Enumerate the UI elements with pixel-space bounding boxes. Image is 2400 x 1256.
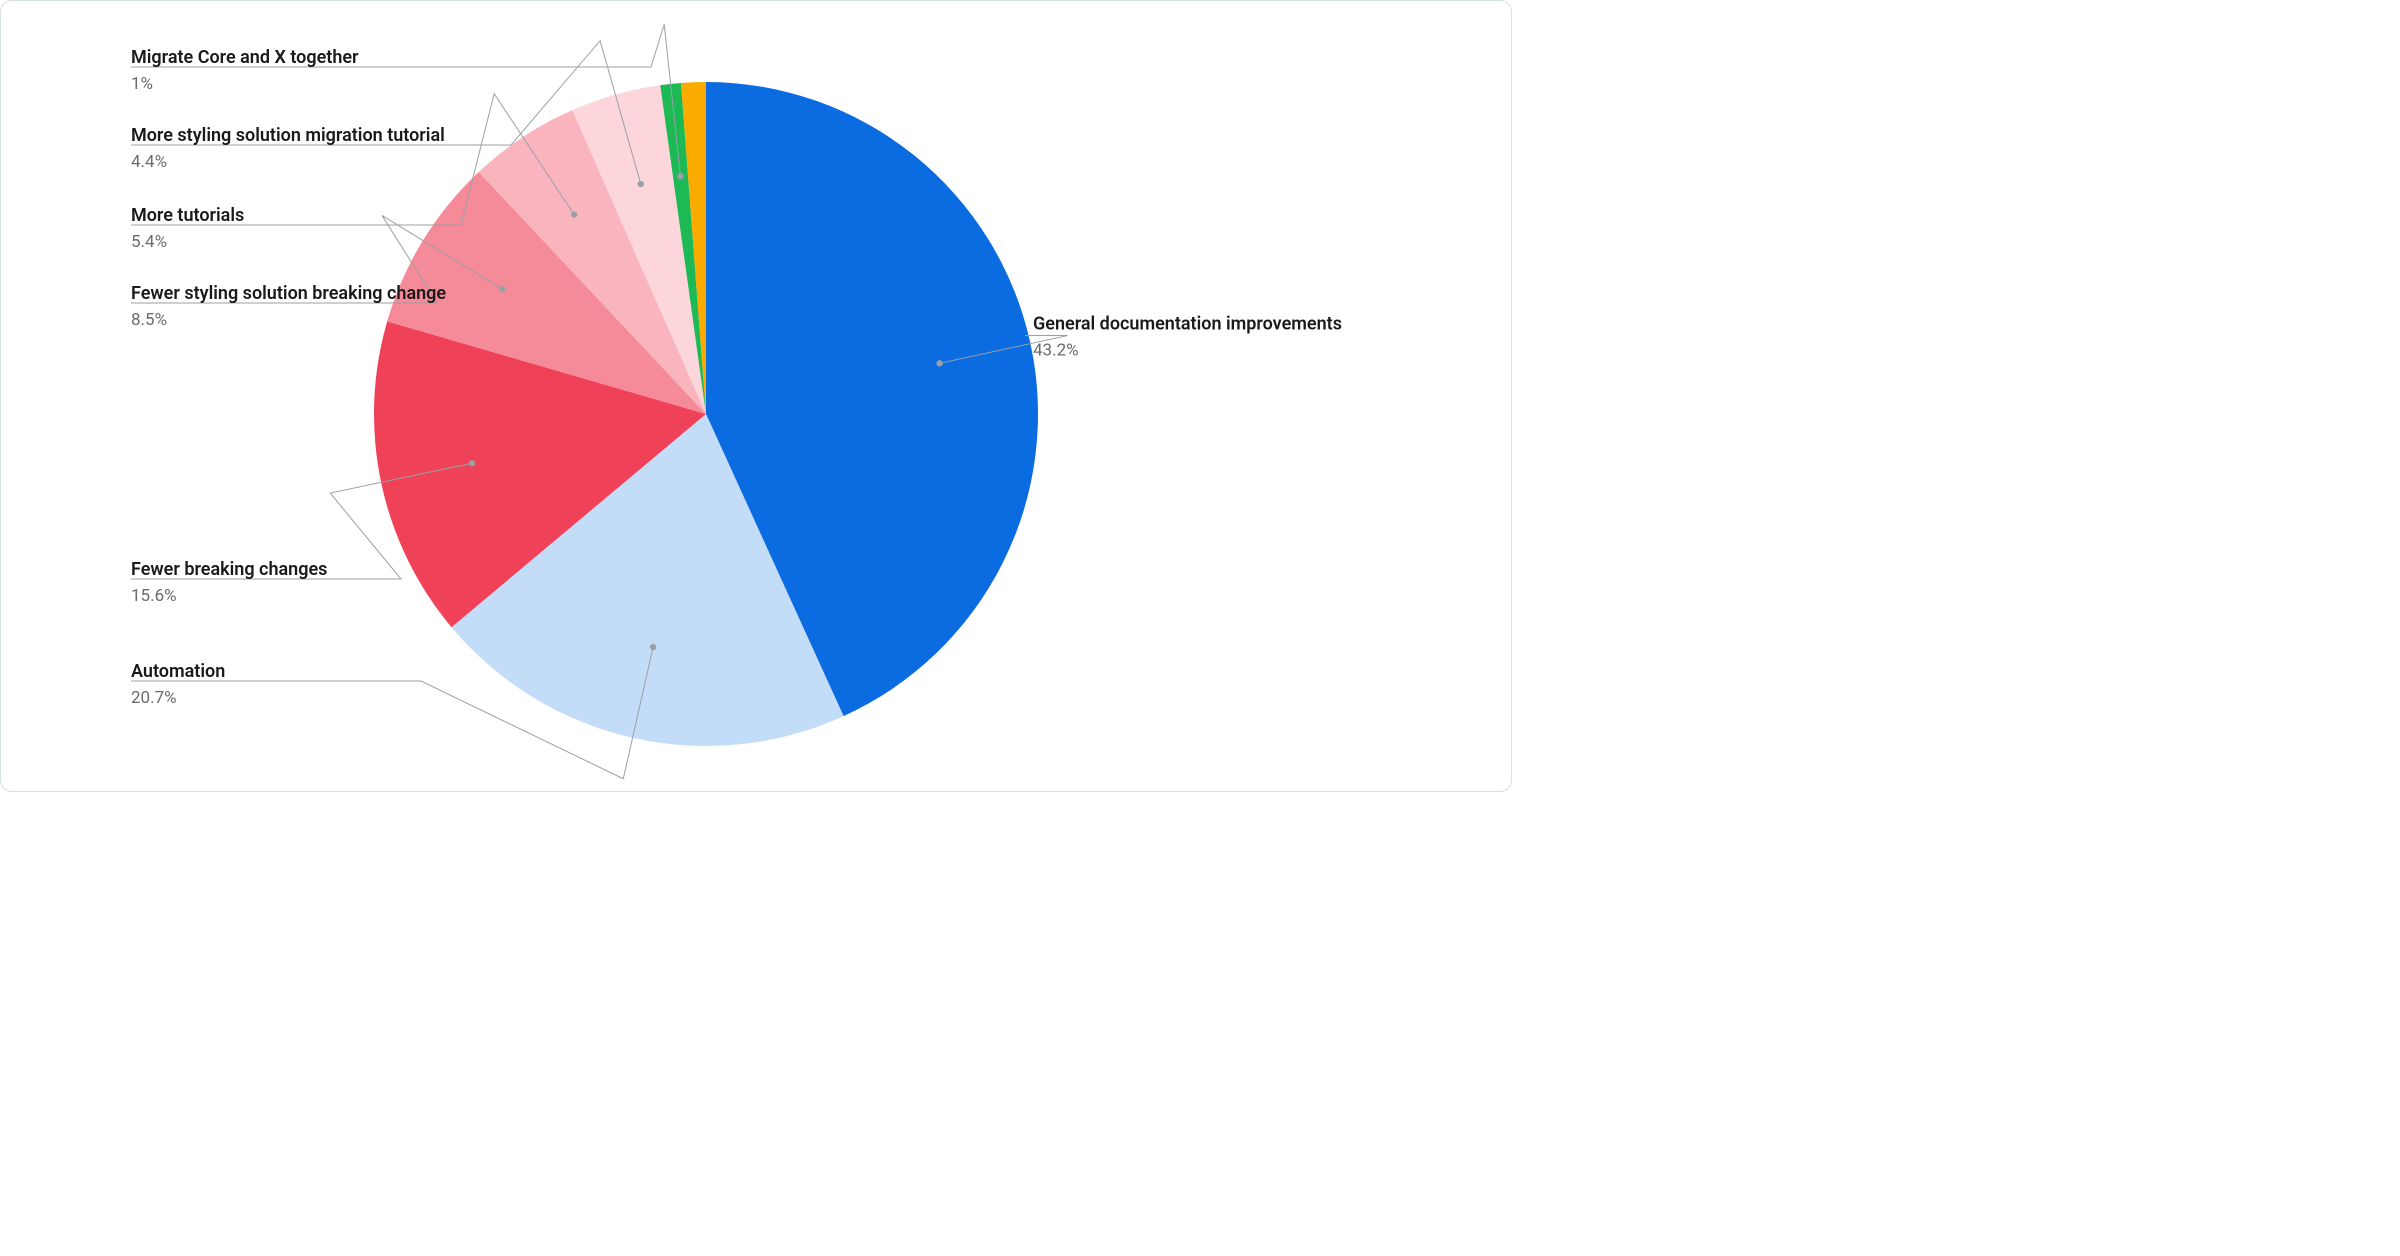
slice-percent: 5.4% bbox=[131, 232, 167, 252]
slice-percent: 1% bbox=[131, 74, 153, 94]
chart-card: General documentation improvements 43.2% A… bbox=[0, 0, 1512, 792]
slice-label: Migrate Core and X together bbox=[131, 47, 359, 68]
slice-label: More tutorials bbox=[131, 205, 244, 226]
slice-label: General documentation improvements bbox=[1033, 314, 1342, 335]
slice-percent: 8.5% bbox=[131, 310, 167, 330]
slice-percent: 15.6% bbox=[131, 586, 177, 606]
slice-label: Fewer breaking changes bbox=[131, 559, 327, 580]
slice-label: Fewer styling solution breaking change bbox=[131, 283, 446, 304]
slice-label: More styling solution migration tutorial bbox=[131, 125, 445, 146]
slice-percent: 4.4% bbox=[131, 152, 167, 172]
pie-chart: General documentation improvements 43.2% A… bbox=[1, 1, 1512, 792]
slice-percent: 20.7% bbox=[131, 688, 177, 708]
slice-percent: 43.2% bbox=[1033, 341, 1079, 361]
slice-label: Automation bbox=[131, 661, 225, 682]
